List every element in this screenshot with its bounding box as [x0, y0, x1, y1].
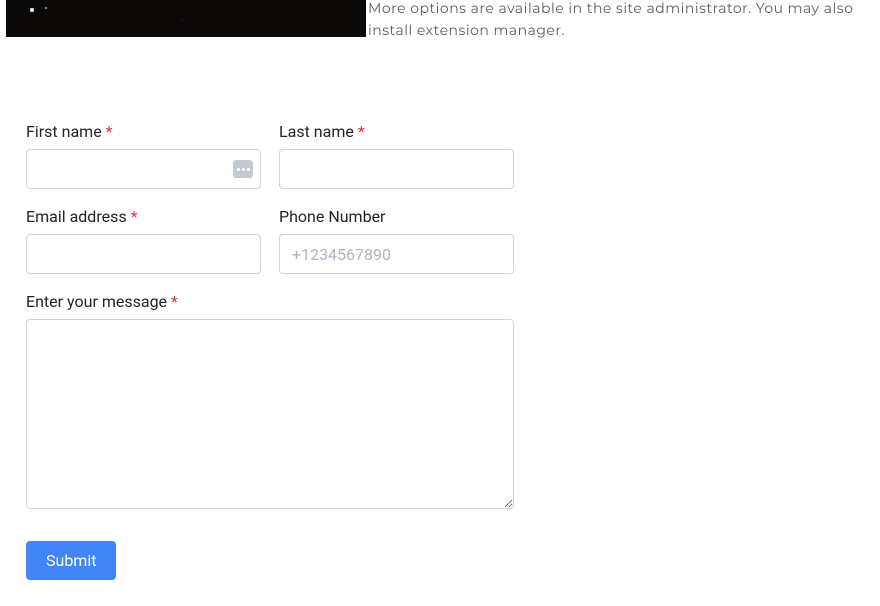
message-group: Enter your message *: [26, 292, 514, 513]
email-label: Email address *: [26, 207, 261, 226]
message-label: Enter your message *: [26, 292, 514, 311]
submit-button[interactable]: Submit: [26, 541, 116, 580]
email-group: Email address *: [26, 207, 261, 274]
email-input[interactable]: [26, 234, 261, 274]
required-marker: *: [131, 207, 138, 226]
last-name-label-text: Last name: [279, 122, 354, 141]
phone-label: Phone Number: [279, 207, 514, 226]
required-marker: *: [358, 122, 365, 141]
last-name-label: Last name *: [279, 122, 514, 141]
phone-input[interactable]: [279, 234, 514, 274]
last-name-input[interactable]: [279, 149, 514, 189]
first-name-label-text: First name: [26, 122, 102, 141]
intro-text: More options are available in the site a…: [366, 0, 880, 41]
phone-label-text: Phone Number: [279, 207, 385, 226]
hero-image: [6, 0, 366, 37]
required-marker: *: [106, 122, 113, 141]
message-textarea[interactable]: [26, 319, 514, 509]
last-name-group: Last name *: [279, 122, 514, 189]
first-name-label: First name *: [26, 122, 261, 141]
required-marker: *: [171, 292, 178, 311]
autofill-icon[interactable]: [233, 160, 253, 178]
first-name-input[interactable]: [26, 149, 261, 189]
email-label-text: Email address: [26, 207, 127, 226]
phone-group: Phone Number: [279, 207, 514, 274]
contact-form: First name * Last name * Email address *: [0, 96, 540, 606]
message-label-text: Enter your message: [26, 292, 167, 311]
first-name-group: First name *: [26, 122, 261, 189]
